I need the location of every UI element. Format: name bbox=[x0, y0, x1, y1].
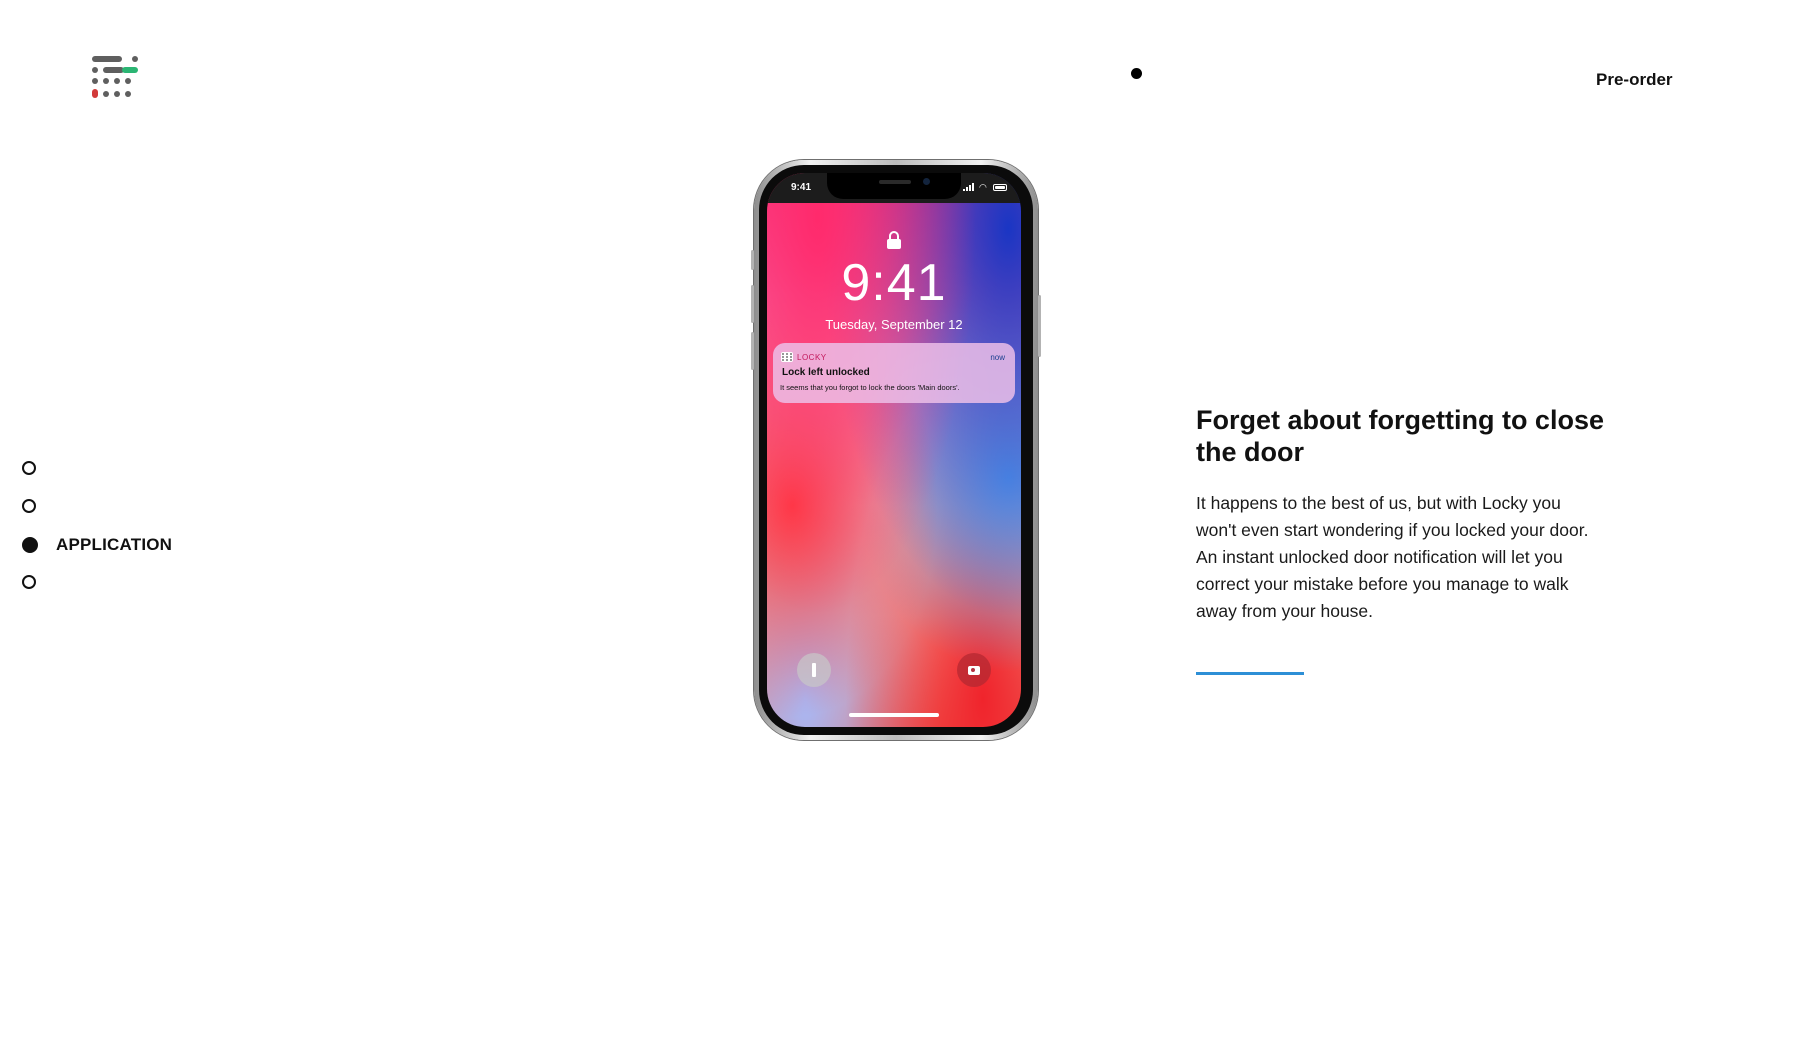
nav-circle-icon bbox=[22, 575, 36, 589]
section-nav-item-2[interactable] bbox=[22, 496, 54, 516]
lock-screen: 9:41 ◠ 9:41 Tuesday, September 12 LOCKY … bbox=[767, 173, 1021, 727]
logo-dot bbox=[92, 78, 98, 84]
wifi-icon: ◠ bbox=[979, 182, 987, 192]
notification-card[interactable]: LOCKY now Lock left unlocked It seems th… bbox=[773, 343, 1015, 403]
phone-side-button bbox=[751, 285, 754, 323]
section-nav-item-4[interactable] bbox=[22, 572, 54, 592]
phone-side-button bbox=[1038, 295, 1041, 357]
logo[interactable] bbox=[92, 56, 142, 106]
phone-mockup: 9:41 ◠ 9:41 Tuesday, September 12 LOCKY … bbox=[751, 160, 1041, 740]
lock-screen-time: 9:41 bbox=[841, 254, 947, 312]
logo-bar-top bbox=[92, 56, 122, 62]
flashlight-button[interactable] bbox=[797, 653, 831, 687]
nav-circle-icon bbox=[22, 499, 36, 513]
logo-dot bbox=[125, 78, 131, 84]
notification-title: Lock left unlocked bbox=[782, 367, 870, 378]
notification-body: It seems that you forgot to lock the doo… bbox=[780, 383, 960, 392]
status-icons: ◠ bbox=[963, 182, 1007, 192]
logo-bar-green bbox=[103, 67, 124, 73]
logo-dot bbox=[92, 67, 98, 73]
home-indicator bbox=[849, 713, 939, 717]
header-dot bbox=[1131, 68, 1142, 79]
phone-side-button bbox=[751, 250, 754, 270]
notification-header: LOCKY now bbox=[781, 351, 1005, 363]
phone-notch bbox=[827, 173, 961, 199]
logo-dot bbox=[103, 91, 109, 97]
phone-side-button bbox=[751, 332, 754, 370]
battery-icon bbox=[993, 183, 1007, 191]
lock-icon bbox=[887, 231, 901, 249]
logo-bar-red bbox=[92, 89, 98, 98]
logo-dot bbox=[103, 78, 109, 84]
section-nav-label: APPLICATION bbox=[56, 535, 173, 554]
speaker-grille bbox=[879, 180, 911, 184]
camera-icon bbox=[968, 665, 980, 675]
logo-dot bbox=[132, 56, 138, 62]
logo-bar-green-end bbox=[122, 67, 138, 73]
locky-app-icon bbox=[781, 352, 793, 362]
nav-circle-icon bbox=[22, 461, 36, 475]
section-nav-item-application[interactable]: APPLICATION bbox=[22, 535, 172, 555]
notification-app-name: LOCKY bbox=[797, 352, 827, 362]
camera-button[interactable] bbox=[957, 653, 991, 687]
feature-description: It happens to the best of us, but with L… bbox=[1196, 493, 1589, 621]
flashlight-icon bbox=[812, 663, 816, 677]
section-nav-item-1[interactable] bbox=[22, 458, 54, 478]
logo-dot bbox=[114, 78, 120, 84]
accent-underline bbox=[1196, 672, 1304, 675]
lock-screen-date: Tuesday, September 12 bbox=[825, 317, 963, 332]
pre-order-link[interactable]: Pre-order bbox=[1596, 70, 1673, 90]
front-camera bbox=[923, 178, 930, 185]
feature-title: Forget about forgetting to close the doo… bbox=[1196, 405, 1604, 467]
nav-circle-filled-icon bbox=[22, 537, 38, 553]
notification-time: now bbox=[990, 352, 1005, 362]
logo-dot bbox=[114, 91, 120, 97]
phone-bezel: 9:41 ◠ 9:41 Tuesday, September 12 LOCKY … bbox=[759, 165, 1033, 735]
logo-dot bbox=[125, 91, 131, 97]
status-time: 9:41 bbox=[791, 182, 812, 193]
signal-icon bbox=[963, 183, 975, 191]
